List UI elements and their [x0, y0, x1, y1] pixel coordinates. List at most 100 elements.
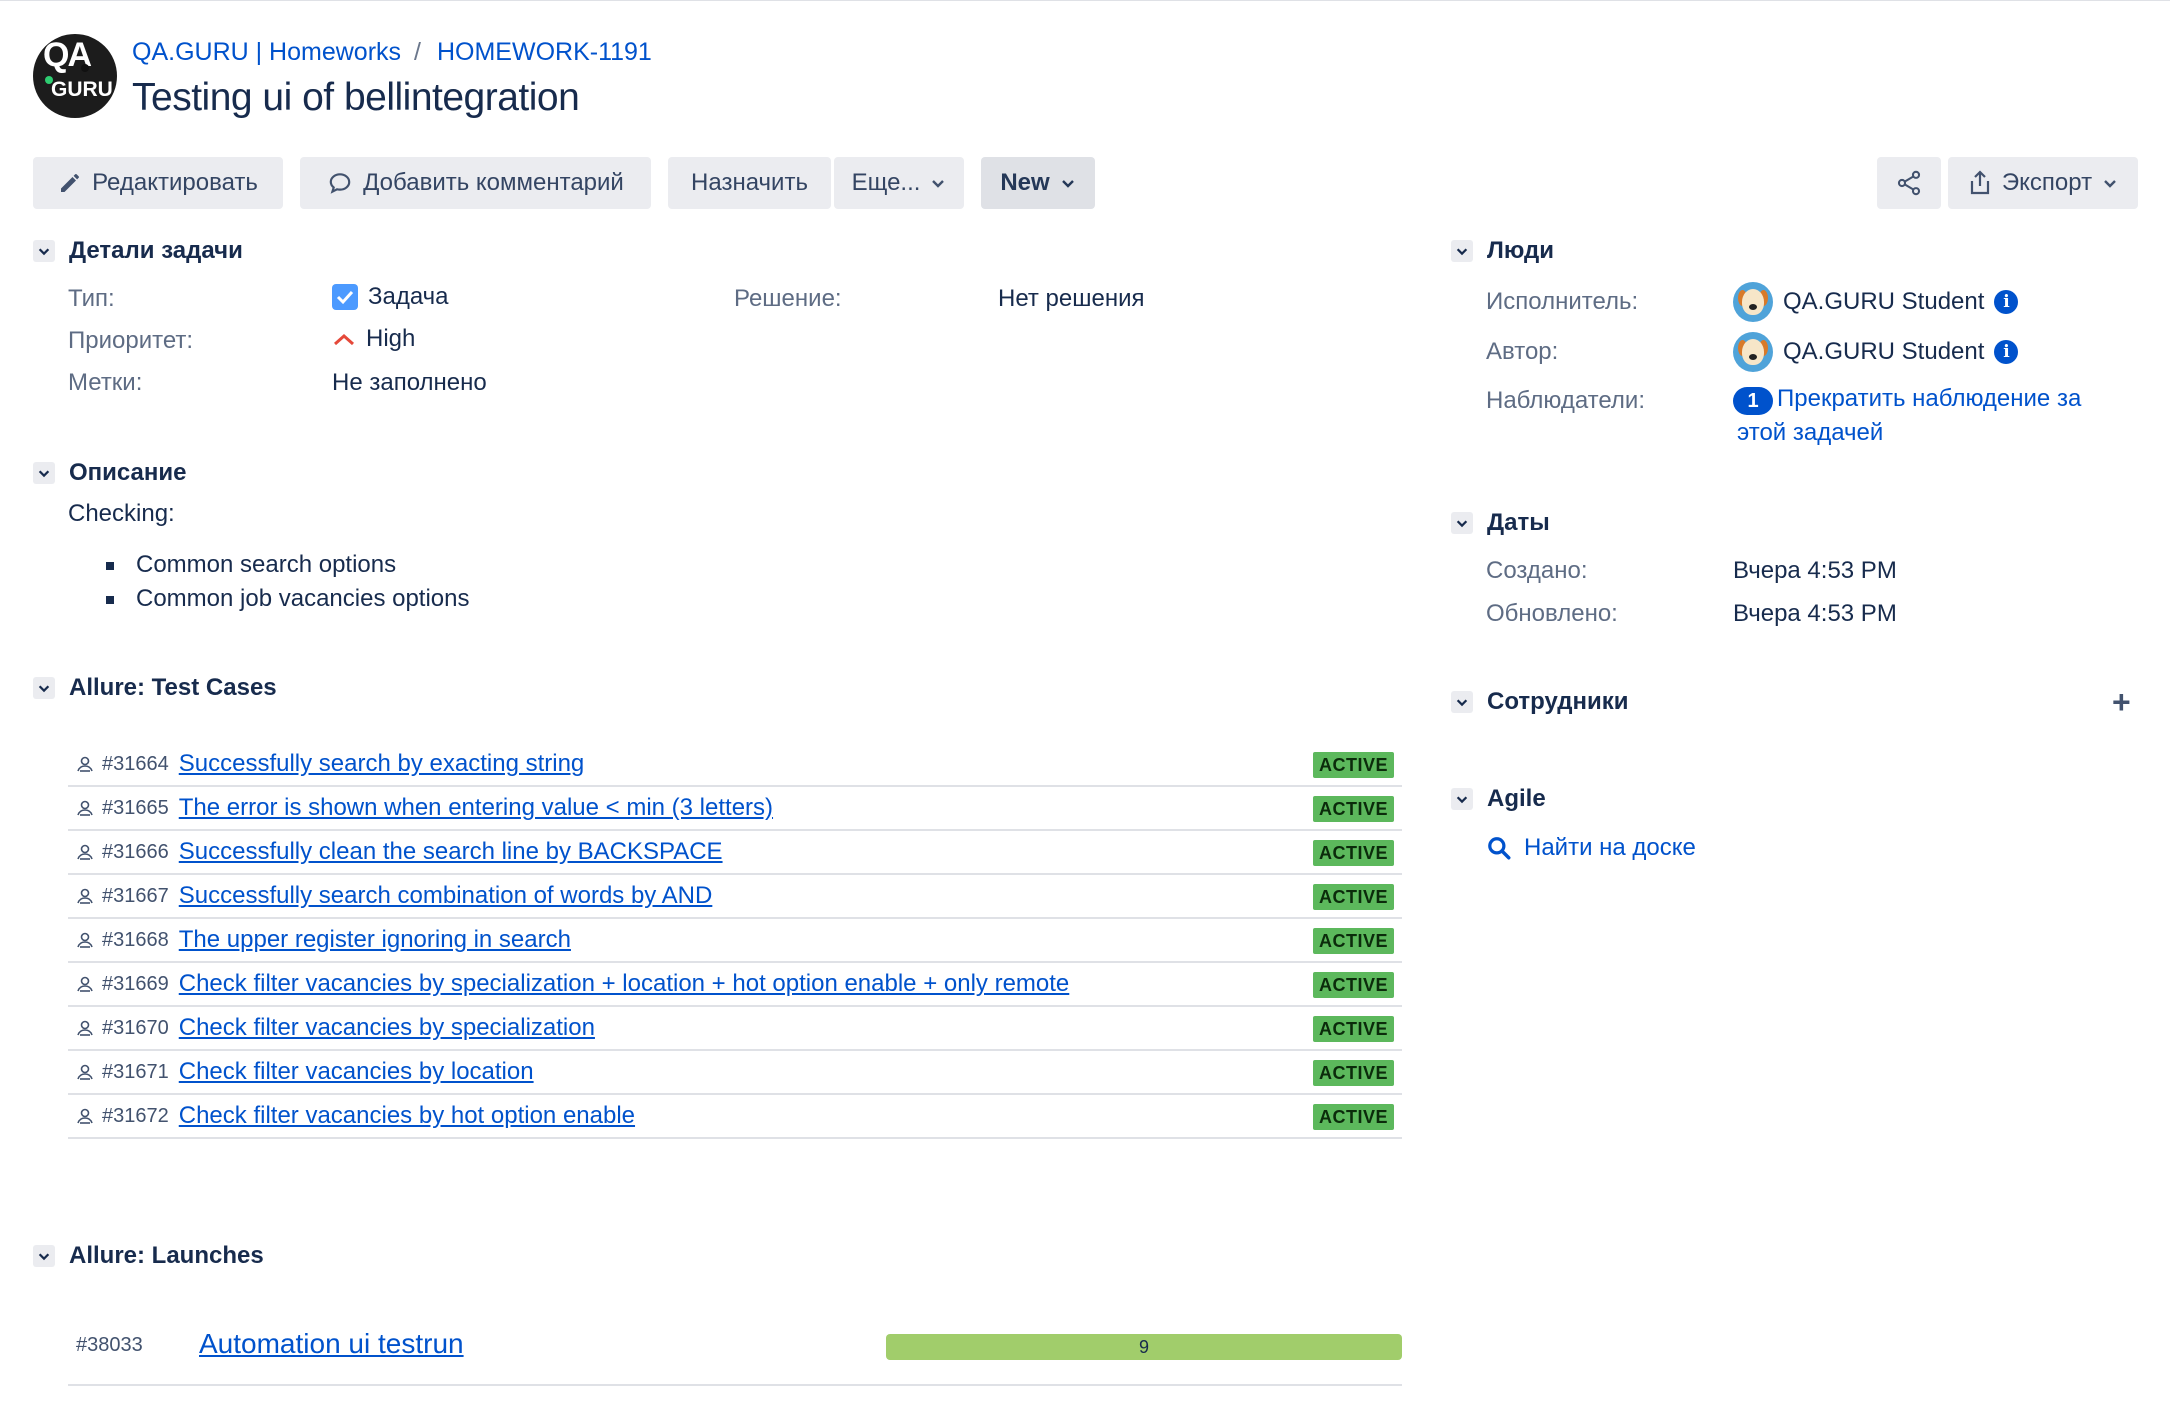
launch-result-bar[interactable]: 9 [886, 1334, 1402, 1360]
test-case-link[interactable]: The error is shown when entering value <… [179, 794, 773, 822]
chevron-down-icon[interactable] [33, 677, 55, 699]
description-section-title: Описание [69, 459, 187, 486]
stop-watching-link[interactable]: Прекратить наблюдение за этой задачей [1737, 382, 2082, 450]
info-icon[interactable]: i [1994, 290, 2019, 314]
chevron-down-icon[interactable] [33, 240, 55, 262]
test-cases-section-title: Allure: Test Cases [69, 674, 277, 701]
manual-test-icon [76, 1107, 94, 1125]
chevron-down-icon[interactable] [1451, 240, 1473, 262]
chevron-down-icon[interactable] [33, 1245, 55, 1267]
assign-button[interactable]: Назначить [668, 157, 831, 209]
status-badge: ACTIVE [1312, 928, 1394, 954]
breadcrumb-issue-key-link[interactable]: HOMEWORK-1191 [437, 38, 652, 67]
status-label: New [1000, 169, 1050, 196]
table-row: #31665 The error is shown when entering … [68, 787, 1402, 831]
test-case-id: #31666 [102, 840, 169, 863]
chevron-down-icon[interactable] [33, 462, 55, 484]
labels-label: Метки: [68, 369, 143, 396]
chevron-down-icon[interactable] [1451, 788, 1473, 810]
more-actions-dropdown[interactable]: Еще... [834, 157, 964, 209]
test-case-link[interactable]: Successfully search combination of words… [179, 882, 713, 910]
reporter-value: QA.GURU Student i [1733, 332, 2019, 372]
edit-button-label: Редактировать [92, 169, 258, 196]
resolution-label: Решение: [734, 285, 842, 312]
assign-button-label: Назначить [691, 169, 808, 196]
test-case-link[interactable]: Successfully search by exacting string [179, 750, 585, 778]
test-case-link[interactable]: Successfully clean the search line by BA… [179, 838, 723, 866]
logo-subtext: GURU [51, 78, 113, 101]
share-button[interactable] [1877, 157, 1941, 209]
description-intro: Checking: [68, 500, 175, 527]
status-badge: ACTIVE [1312, 752, 1394, 778]
status-dropdown[interactable]: New [981, 157, 1095, 209]
stop-watching-link-text: этой задачей [1737, 419, 1884, 446]
collaborators-section-header[interactable]: Сотрудники [1451, 688, 1629, 716]
launch-id: #38033 [76, 1334, 143, 1356]
table-row: #31671 Check filter vacancies by locatio… [68, 1051, 1402, 1095]
add-comment-button-label: Добавить комментарий [363, 169, 624, 196]
export-dropdown[interactable]: Экспорт [1948, 157, 2138, 209]
stop-watching-link-text: Прекратить наблюдение за [1777, 385, 2082, 412]
status-badge: ACTIVE [1312, 840, 1394, 866]
manual-test-icon [76, 887, 94, 905]
test-case-link[interactable]: Check filter vacancies by specialization [179, 1014, 595, 1042]
test-case-link[interactable]: Check filter vacancies by location [179, 1058, 534, 1086]
edit-button[interactable]: Редактировать [33, 157, 283, 209]
export-label: Экспорт [2001, 169, 2093, 196]
dates-section-title: Даты [1487, 509, 1550, 536]
reporter-name[interactable]: QA.GURU Student [1783, 338, 1984, 366]
people-section-header[interactable]: Люди [1451, 237, 1554, 265]
dates-section-header[interactable]: Даты [1451, 509, 1550, 537]
test-cases-table: #31664 Successfully search by exacting s… [68, 743, 1402, 1139]
description-section-header[interactable]: Описание [33, 459, 187, 487]
test-case-id: #31671 [102, 1060, 169, 1083]
manual-test-icon [76, 1019, 94, 1037]
breadcrumb: QA.GURU | Homeworks / HOMEWORK-1191 [132, 38, 652, 67]
table-row: #31664 Successfully search by exacting s… [68, 743, 1402, 787]
assignee-value: QA.GURU Student i [1733, 282, 2019, 322]
chevron-down-icon [932, 180, 945, 188]
add-comment-button[interactable]: Добавить комментарий [300, 157, 651, 209]
pencil-icon [61, 174, 80, 192]
find-on-board-link[interactable]: Найти на доске [1486, 834, 1696, 862]
assignee-name[interactable]: QA.GURU Student [1783, 288, 1984, 316]
task-checkbox-icon [332, 284, 358, 310]
avatar[interactable] [1733, 332, 1773, 372]
top-border [0, 0, 2170, 1]
updated-label: Обновлено: [1486, 600, 1618, 627]
breadcrumb-project-link[interactable]: QA.GURU | Homeworks [132, 38, 401, 67]
comment-icon [329, 173, 351, 194]
agile-section-header[interactable]: Agile [1451, 785, 1546, 813]
chevron-down-icon[interactable] [1451, 691, 1473, 713]
issue-title[interactable]: Testing ui of bellintegration [132, 76, 580, 120]
project-avatar-logo[interactable]: QA GURU [33, 34, 117, 118]
test-case-id: #31672 [102, 1104, 169, 1127]
avatar[interactable] [1733, 282, 1773, 322]
agile-section-title: Agile [1487, 785, 1546, 812]
manual-test-icon [76, 755, 94, 773]
launch-result-count: 9 [1138, 1336, 1149, 1357]
launch-link[interactable]: Automation ui testrun [199, 1328, 464, 1360]
people-section-title: Люди [1487, 237, 1555, 264]
test-case-link[interactable]: The upper register ignoring in search [179, 926, 571, 954]
more-actions-label: Еще... [851, 169, 921, 196]
test-cases-section-header[interactable]: Allure: Test Cases [33, 674, 277, 702]
chevron-down-icon[interactable] [1451, 512, 1473, 534]
export-icon [1970, 170, 1990, 195]
watchers-value: 1 Прекратить наблюдение за этой задачей [1733, 385, 2081, 450]
breadcrumb-separator: / [414, 38, 421, 66]
details-section-header[interactable]: Детали задачи [33, 237, 243, 265]
test-case-link[interactable]: Check filter vacancies by specialization… [179, 970, 1070, 998]
logo-dot [81, 64, 89, 72]
find-on-board-label: Найти на доске [1524, 834, 1696, 861]
manual-test-icon [76, 843, 94, 861]
launches-section-header[interactable]: Allure: Launches [33, 1242, 264, 1270]
labels-value: Не заполнено [332, 369, 487, 396]
test-case-link[interactable]: Check filter vacancies by hot option ena… [179, 1102, 635, 1130]
list-item: Common job vacancies options [68, 582, 968, 616]
test-case-id: #31667 [102, 884, 169, 907]
assignee-label: Исполнитель: [1486, 288, 1639, 315]
add-collaborator-plus-icon[interactable]: + [2112, 684, 2131, 721]
test-case-id: #31665 [102, 796, 169, 819]
info-icon[interactable]: i [1994, 340, 2019, 364]
